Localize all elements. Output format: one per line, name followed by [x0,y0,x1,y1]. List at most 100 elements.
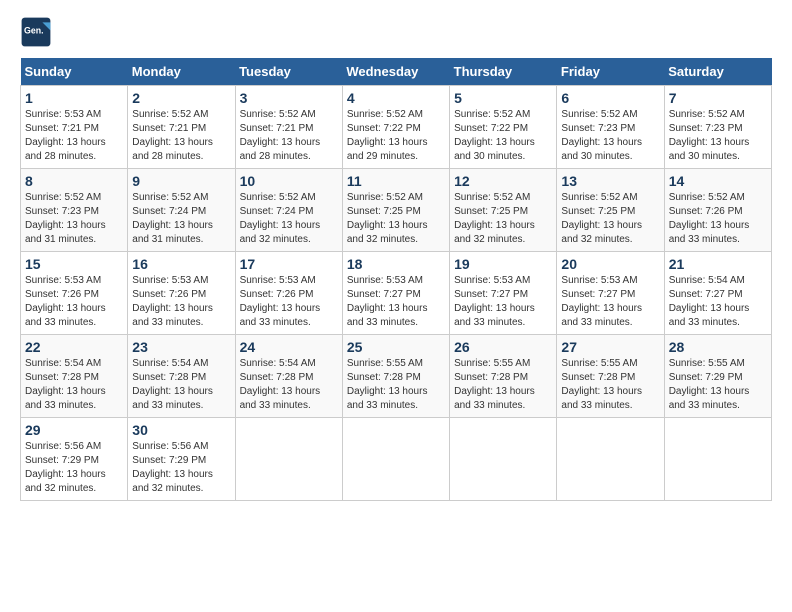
day-info: Sunrise: 5:53 AM Sunset: 7:21 PM Dayligh… [25,108,123,164]
calendar-day-6: 6 Sunrise: 5:52 AM Sunset: 7:23 PM Dayli… [557,86,664,169]
day-info: Sunrise: 5:52 AM Sunset: 7:21 PM Dayligh… [240,108,338,164]
day-info: Sunrise: 5:52 AM Sunset: 7:23 PM Dayligh… [25,191,123,247]
day-number: 24 [240,339,338,355]
column-header-monday: Monday [128,58,235,86]
day-info: Sunrise: 5:53 AM Sunset: 7:27 PM Dayligh… [561,274,659,330]
calendar-day-11: 11 Sunrise: 5:52 AM Sunset: 7:25 PM Dayl… [342,169,449,252]
day-info: Sunrise: 5:56 AM Sunset: 7:29 PM Dayligh… [132,440,230,496]
day-number: 3 [240,90,338,106]
calendar-day-30: 30 Sunrise: 5:56 AM Sunset: 7:29 PM Dayl… [128,418,235,501]
calendar-week-1: 1 Sunrise: 5:53 AM Sunset: 7:21 PM Dayli… [21,86,772,169]
calendar-day-27: 27 Sunrise: 5:55 AM Sunset: 7:28 PM Dayl… [557,335,664,418]
calendar-day-5: 5 Sunrise: 5:52 AM Sunset: 7:22 PM Dayli… [450,86,557,169]
day-number: 28 [669,339,767,355]
empty-cell [342,418,449,501]
calendar-day-23: 23 Sunrise: 5:54 AM Sunset: 7:28 PM Dayl… [128,335,235,418]
day-number: 13 [561,173,659,189]
day-info: Sunrise: 5:52 AM Sunset: 7:25 PM Dayligh… [347,191,445,247]
calendar-day-16: 16 Sunrise: 5:53 AM Sunset: 7:26 PM Dayl… [128,252,235,335]
calendar-day-17: 17 Sunrise: 5:53 AM Sunset: 7:26 PM Dayl… [235,252,342,335]
day-info: Sunrise: 5:55 AM Sunset: 7:28 PM Dayligh… [454,357,552,413]
calendar-week-3: 15 Sunrise: 5:53 AM Sunset: 7:26 PM Dayl… [21,252,772,335]
calendar-day-24: 24 Sunrise: 5:54 AM Sunset: 7:28 PM Dayl… [235,335,342,418]
calendar-day-7: 7 Sunrise: 5:52 AM Sunset: 7:23 PM Dayli… [664,86,771,169]
day-number: 5 [454,90,552,106]
logo-icon: Gen. [20,16,52,48]
page-header: Gen. [20,20,772,48]
day-info: Sunrise: 5:52 AM Sunset: 7:22 PM Dayligh… [347,108,445,164]
day-info: Sunrise: 5:52 AM Sunset: 7:24 PM Dayligh… [132,191,230,247]
day-info: Sunrise: 5:52 AM Sunset: 7:22 PM Dayligh… [454,108,552,164]
calendar-day-25: 25 Sunrise: 5:55 AM Sunset: 7:28 PM Dayl… [342,335,449,418]
day-number: 25 [347,339,445,355]
day-number: 29 [25,422,123,438]
calendar-day-2: 2 Sunrise: 5:52 AM Sunset: 7:21 PM Dayli… [128,86,235,169]
day-number: 27 [561,339,659,355]
calendar-day-14: 14 Sunrise: 5:52 AM Sunset: 7:26 PM Dayl… [664,169,771,252]
day-number: 19 [454,256,552,272]
calendar-day-28: 28 Sunrise: 5:55 AM Sunset: 7:29 PM Dayl… [664,335,771,418]
calendar-day-10: 10 Sunrise: 5:52 AM Sunset: 7:24 PM Dayl… [235,169,342,252]
empty-cell [235,418,342,501]
day-number: 30 [132,422,230,438]
day-info: Sunrise: 5:53 AM Sunset: 7:27 PM Dayligh… [454,274,552,330]
calendar-day-13: 13 Sunrise: 5:52 AM Sunset: 7:25 PM Dayl… [557,169,664,252]
day-number: 8 [25,173,123,189]
day-info: Sunrise: 5:52 AM Sunset: 7:26 PM Dayligh… [669,191,767,247]
day-info: Sunrise: 5:52 AM Sunset: 7:24 PM Dayligh… [240,191,338,247]
calendar-header-row: SundayMondayTuesdayWednesdayThursdayFrid… [21,58,772,86]
day-info: Sunrise: 5:55 AM Sunset: 7:28 PM Dayligh… [347,357,445,413]
calendar-day-19: 19 Sunrise: 5:53 AM Sunset: 7:27 PM Dayl… [450,252,557,335]
day-number: 23 [132,339,230,355]
calendar-day-22: 22 Sunrise: 5:54 AM Sunset: 7:28 PM Dayl… [21,335,128,418]
day-number: 17 [240,256,338,272]
day-info: Sunrise: 5:55 AM Sunset: 7:29 PM Dayligh… [669,357,767,413]
day-number: 26 [454,339,552,355]
column-header-thursday: Thursday [450,58,557,86]
day-info: Sunrise: 5:54 AM Sunset: 7:28 PM Dayligh… [132,357,230,413]
column-header-friday: Friday [557,58,664,86]
empty-cell [664,418,771,501]
empty-cell [450,418,557,501]
day-info: Sunrise: 5:52 AM Sunset: 7:21 PM Dayligh… [132,108,230,164]
calendar-week-5: 29 Sunrise: 5:56 AM Sunset: 7:29 PM Dayl… [21,418,772,501]
calendar-table: SundayMondayTuesdayWednesdayThursdayFrid… [20,58,772,501]
calendar-day-9: 9 Sunrise: 5:52 AM Sunset: 7:24 PM Dayli… [128,169,235,252]
column-header-saturday: Saturday [664,58,771,86]
logo: Gen. [20,20,56,48]
day-info: Sunrise: 5:54 AM Sunset: 7:28 PM Dayligh… [240,357,338,413]
column-header-sunday: Sunday [21,58,128,86]
day-number: 18 [347,256,445,272]
day-number: 7 [669,90,767,106]
day-number: 15 [25,256,123,272]
day-info: Sunrise: 5:55 AM Sunset: 7:28 PM Dayligh… [561,357,659,413]
day-info: Sunrise: 5:52 AM Sunset: 7:23 PM Dayligh… [669,108,767,164]
calendar-day-3: 3 Sunrise: 5:52 AM Sunset: 7:21 PM Dayli… [235,86,342,169]
day-info: Sunrise: 5:53 AM Sunset: 7:26 PM Dayligh… [25,274,123,330]
day-number: 11 [347,173,445,189]
svg-text:Gen.: Gen. [24,26,44,36]
calendar-day-1: 1 Sunrise: 5:53 AM Sunset: 7:21 PM Dayli… [21,86,128,169]
calendar-day-8: 8 Sunrise: 5:52 AM Sunset: 7:23 PM Dayli… [21,169,128,252]
day-number: 4 [347,90,445,106]
day-number: 20 [561,256,659,272]
calendar-day-21: 21 Sunrise: 5:54 AM Sunset: 7:27 PM Dayl… [664,252,771,335]
calendar-day-12: 12 Sunrise: 5:52 AM Sunset: 7:25 PM Dayl… [450,169,557,252]
day-info: Sunrise: 5:56 AM Sunset: 7:29 PM Dayligh… [25,440,123,496]
day-number: 21 [669,256,767,272]
day-number: 1 [25,90,123,106]
day-number: 6 [561,90,659,106]
calendar-day-15: 15 Sunrise: 5:53 AM Sunset: 7:26 PM Dayl… [21,252,128,335]
column-header-tuesday: Tuesday [235,58,342,86]
day-number: 12 [454,173,552,189]
calendar-week-4: 22 Sunrise: 5:54 AM Sunset: 7:28 PM Dayl… [21,335,772,418]
day-info: Sunrise: 5:52 AM Sunset: 7:25 PM Dayligh… [454,191,552,247]
day-info: Sunrise: 5:52 AM Sunset: 7:23 PM Dayligh… [561,108,659,164]
day-number: 16 [132,256,230,272]
day-info: Sunrise: 5:53 AM Sunset: 7:26 PM Dayligh… [240,274,338,330]
column-header-wednesday: Wednesday [342,58,449,86]
day-number: 22 [25,339,123,355]
day-info: Sunrise: 5:52 AM Sunset: 7:25 PM Dayligh… [561,191,659,247]
day-number: 2 [132,90,230,106]
day-info: Sunrise: 5:54 AM Sunset: 7:27 PM Dayligh… [669,274,767,330]
